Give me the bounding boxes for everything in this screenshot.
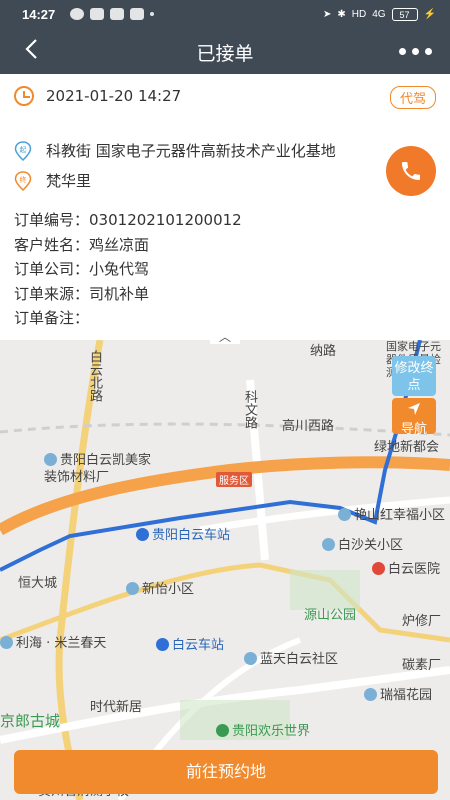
order-time-row: 2021-01-20 14:27 [14, 86, 181, 106]
map-label-happy-world: 贵阳欢乐世界 [216, 720, 310, 739]
telegram-icon [110, 8, 124, 20]
bus-icon [136, 528, 149, 541]
map-view[interactable]: 白云北路 科文路 高川西路 纳路 国家电子元器件质量检测基地 绿地新都会 贵阳白… [0, 340, 450, 800]
order-datetime: 2021-01-20 14:27 [46, 87, 182, 105]
map-label-ruifu: 瑞福花园 [364, 684, 432, 703]
signal-icon: 4G [372, 9, 386, 20]
order-company-row: 订单公司：小兔代驾 [14, 260, 150, 278]
map-label-hengda: 恒大城 [18, 576, 58, 591]
battery-icon: 57 [391, 8, 418, 21]
navigation-arrow-icon [408, 403, 420, 415]
customer-name-row: 客户姓名：鸡丝凉面 [14, 235, 150, 254]
chevron-up-icon: ︿ [218, 330, 231, 344]
map-label-baiyun-station: 白云车站 [156, 634, 224, 653]
collapse-handle[interactable]: ︿ [210, 328, 240, 344]
map-label-lvdi: 绿地新都会 [374, 440, 440, 455]
status-time: 14:27 [22, 7, 56, 22]
call-button[interactable] [386, 146, 436, 196]
hd-icon: HD [351, 9, 367, 20]
map-label-yuanshan: 源山公园 [304, 608, 357, 623]
map-label-lihai: 利海 · 米兰春天 [0, 632, 106, 651]
more-dots-icon [399, 48, 406, 55]
hospital-icon [372, 562, 385, 575]
status-system-icons: ➤ ✱ HD 4G 57 ⚡ [323, 8, 436, 21]
building-icon [44, 453, 57, 466]
order-source-row: 订单来源：司机补单 [14, 284, 150, 303]
alarm-icon [70, 8, 84, 20]
map-label-lantian: 蓝天白云社区 [244, 648, 338, 667]
map-label-shidai: 时代新居 [90, 700, 143, 715]
go-to-pickup-button[interactable]: 前往预约地 [14, 750, 438, 794]
dropoff-pin-icon: 终 [14, 170, 32, 191]
map-label-service: 服务区 [216, 472, 252, 487]
wechat-icon [130, 8, 144, 20]
order-number-row: 订单编号：0301202101200012 [14, 211, 242, 229]
map-label-baiyun-north: 白云北路 [87, 350, 102, 402]
location-icon: ➤ [322, 9, 332, 20]
app-notification-icon [90, 8, 104, 20]
charging-icon: ⚡ [423, 9, 436, 20]
bus-icon [156, 638, 169, 651]
dropoff-address-row: 终 梵华里 [14, 170, 91, 191]
status-notification-icons [70, 8, 154, 20]
map-label-keyun: 科文路 [242, 390, 257, 429]
pickup-pin-icon: 起 [14, 140, 32, 161]
map-label-baiyun-station-main: 贵阳白云车站 [136, 524, 230, 543]
header: 已接单 [0, 30, 450, 74]
order-info-list: 订单编号：0301202101200012 客户姓名：鸡丝凉面 订单公司：小兔代… [14, 208, 242, 331]
order-card: 2021-01-20 14:27 代驾 起 科教街 国家电子元器件高新技术产业化… [0, 74, 450, 340]
navigation-label: 导航 [400, 422, 427, 437]
dropoff-address: 梵华里 [46, 172, 92, 190]
svg-text:起: 起 [20, 146, 27, 154]
clock-icon [14, 86, 34, 106]
bluetooth-icon: ✱ [337, 9, 346, 20]
map-label-baishaguan: 白沙关小区 [322, 534, 403, 553]
map-label-yanshan: 艳山红幸福小区 [338, 504, 445, 523]
status-bar: 14:27 ➤ ✱ HD 4G 57 ⚡ [0, 0, 450, 30]
building-icon [364, 688, 377, 701]
map-label-gaochuan: 高川西路 [282, 419, 335, 434]
more-notifications-icon [150, 12, 154, 16]
map-label-xinyi: 新怡小区 [126, 578, 194, 597]
map-label-tansu: 碳素厂 [402, 658, 442, 673]
customer-name: 鸡丝凉面 [89, 235, 150, 254]
building-icon [338, 508, 351, 521]
svg-text:终: 终 [20, 175, 27, 184]
building-icon [0, 636, 13, 649]
more-button[interactable] [399, 40, 432, 55]
map-label-baiyun-hospital: 白云医院 [372, 558, 440, 577]
building-icon [126, 582, 139, 595]
park-icon [216, 724, 229, 737]
order-remark-row: 订单备注： [14, 309, 90, 327]
map-label-nachu: 纳路 [310, 344, 337, 359]
order-source: 司机补单 [89, 284, 150, 303]
map-label-kaimei: 贵阳白云凯美家装饰材料厂 [44, 453, 152, 485]
map-label-jinglang: 京郎古城 [0, 712, 61, 730]
navigation-button[interactable]: 导航 [392, 398, 436, 437]
modify-destination-button[interactable]: 修改终点 [392, 356, 436, 396]
building-icon [322, 538, 335, 551]
page-title: 已接单 [196, 43, 254, 65]
phone-icon [402, 162, 420, 180]
pickup-address: 科教街 国家电子元器件高新技术产业化基地 [46, 142, 336, 160]
order-company: 小兔代驾 [89, 260, 150, 278]
map-label-luxiu: 炉修厂 [402, 614, 442, 629]
order-type-tag: 代驾 [389, 86, 436, 109]
building-icon [244, 652, 257, 665]
order-number: 0301202101200012 [89, 211, 242, 229]
pickup-address-row: 起 科教街 国家电子元器件高新技术产业化基地 [14, 140, 336, 161]
